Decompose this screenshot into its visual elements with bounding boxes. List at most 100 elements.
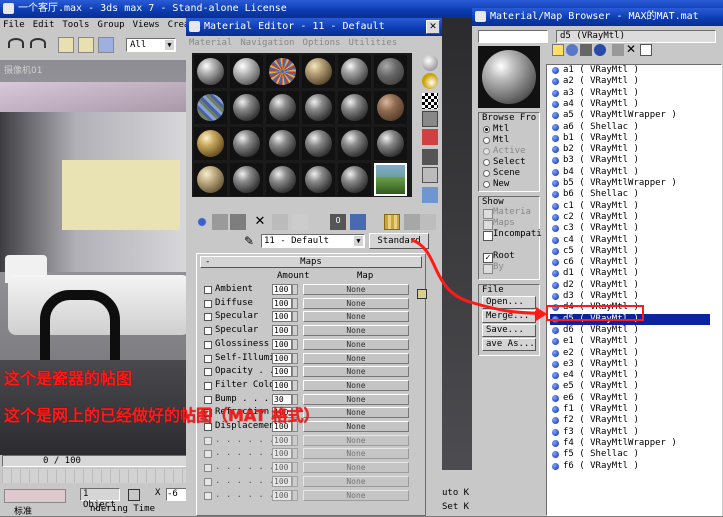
sample-slot-10[interactable]	[302, 91, 335, 124]
library-item[interactable]: e3 ( VRayMtl )	[550, 359, 710, 370]
library-item[interactable]: b2 ( VRayMtl )	[550, 144, 710, 155]
browse-from-selected-radio[interactable]	[483, 159, 490, 166]
library-item[interactable]: c2 ( VRayMtl )	[550, 212, 710, 223]
sample-slot-22[interactable]	[302, 163, 335, 196]
library-item[interactable]: a1 ( VRayMtl )	[550, 65, 710, 76]
options-icon[interactable]	[422, 167, 438, 183]
map-amount-field[interactable]: 100	[272, 475, 292, 487]
map-amount-spinner[interactable]	[292, 489, 298, 501]
sample-slot-20[interactable]	[230, 163, 263, 196]
library-item[interactable]: c5 ( VRayMtl )	[550, 246, 710, 257]
map-enable-checkbox[interactable]	[204, 464, 212, 473]
browse-from-mtl-editor-radio[interactable]	[483, 137, 490, 144]
library-item[interactable]: a3 ( VRayMtl )	[550, 88, 710, 99]
view-list-icon[interactable]	[552, 44, 564, 56]
map-enable-checkbox[interactable]	[204, 340, 212, 349]
sample-slot-1[interactable]	[194, 55, 227, 88]
library-item[interactable]: d2 ( VRayMtl )	[550, 280, 710, 291]
link-icon[interactable]	[58, 37, 74, 53]
sample-slot-7[interactable]	[194, 91, 227, 124]
map-slot-button[interactable]: None	[303, 325, 409, 337]
library-item[interactable]: e5 ( VRayMtl )	[550, 381, 710, 392]
map-amount-field[interactable]: 100	[272, 352, 292, 364]
put-to-scene-icon[interactable]	[212, 214, 228, 230]
map-enable-checkbox[interactable]	[204, 477, 212, 486]
map-amount-field[interactable]: 100	[272, 311, 292, 323]
sample-slot-14[interactable]	[230, 127, 263, 160]
material-id-icon[interactable]: 0	[330, 214, 346, 230]
menu-edit[interactable]: Edit	[33, 20, 55, 30]
map-amount-field[interactable]: 100	[272, 284, 292, 295]
make-unique-icon[interactable]	[272, 214, 288, 230]
go-forward-sibling-icon[interactable]	[420, 214, 436, 230]
library-item[interactable]: a5 ( VRayMtlWrapper )	[550, 110, 710, 121]
backlight-icon[interactable]	[422, 73, 438, 89]
menu-tools[interactable]: Tools	[62, 20, 89, 30]
view-small-icons-icon[interactable]	[580, 44, 592, 56]
library-item[interactable]: b5 ( VRayMtlWrapper )	[550, 178, 710, 189]
sample-slot-8[interactable]	[230, 91, 263, 124]
library-item[interactable]: b6 ( Shellac )	[550, 189, 710, 200]
map-amount-field[interactable]: 100	[272, 462, 292, 474]
browser-search-field[interactable]	[478, 30, 548, 43]
map-amount-spinner[interactable]	[292, 325, 298, 337]
map-amount-field[interactable]: 100	[272, 338, 292, 350]
view-large-icons-icon[interactable]	[594, 44, 606, 56]
redo-icon[interactable]	[30, 38, 46, 48]
library-item[interactable]: b4 ( VRayMtl )	[550, 167, 710, 178]
map-amount-spinner[interactable]	[292, 475, 298, 487]
lock-selection-icon[interactable]	[128, 489, 140, 501]
pick-material-icon[interactable]: ✎	[244, 234, 258, 248]
map-enable-checkbox[interactable]	[204, 491, 212, 500]
library-item[interactable]: d4 ( VRayMtl )	[550, 302, 710, 313]
map-amount-field[interactable]: 100	[272, 379, 292, 391]
library-item[interactable]: c4 ( VRayMtl )	[550, 235, 710, 246]
menu-material[interactable]: Material	[189, 38, 232, 48]
sample-slot-16[interactable]	[302, 127, 335, 160]
time-slider[interactable]: 0 / 100	[2, 455, 198, 467]
unlink-icon[interactable]	[78, 37, 94, 53]
sample-slot-15[interactable]	[266, 127, 299, 160]
track-bar[interactable]	[2, 469, 198, 483]
show-end-result-icon[interactable]	[384, 214, 400, 230]
library-item[interactable]: a2 ( VRayMtl )	[550, 76, 710, 87]
x-coordinate-field[interactable]: -6	[166, 488, 188, 501]
background-checker-icon[interactable]	[422, 93, 438, 109]
map-amount-field[interactable]: 100	[272, 489, 292, 501]
map-amount-spinner[interactable]	[292, 297, 298, 309]
map-enable-checkbox[interactable]	[204, 450, 212, 459]
show-materials-checkbox[interactable]	[483, 209, 493, 219]
library-item[interactable]: c3 ( VRayMtl )	[550, 223, 710, 234]
library-item[interactable]: f5 ( Shellac )	[550, 449, 710, 460]
make-preview-icon[interactable]	[422, 149, 438, 165]
library-item[interactable]: c6 ( VRayMtl )	[550, 257, 710, 268]
library-item[interactable]: a4 ( VRayMtl )	[550, 99, 710, 110]
sample-slot-2[interactable]	[230, 55, 263, 88]
menu-navigation[interactable]: Navigation	[240, 38, 294, 48]
select-by-material-icon[interactable]	[422, 187, 438, 203]
library-item[interactable]: d1 ( VRayMtl )	[550, 268, 710, 279]
map-slot-button[interactable]: None	[303, 284, 409, 295]
library-item[interactable]: e4 ( VRayMtl )	[550, 370, 710, 381]
map-enable-checkbox[interactable]	[204, 327, 212, 336]
sample-slot-23[interactable]	[338, 163, 371, 196]
sample-slot-13[interactable]	[194, 127, 227, 160]
material-name-field[interactable]: 11 - Default ▼	[261, 234, 365, 248]
open-button[interactable]: Open...	[482, 296, 536, 309]
sample-uv-tiling-icon[interactable]	[422, 111, 438, 127]
material-library-list[interactable]: a1 ( VRayMtl ) a2 ( VRayMtl ) a3 ( VRayMtl…	[546, 64, 722, 516]
get-material-icon[interactable]	[194, 214, 210, 230]
map-amount-spinner[interactable]	[292, 284, 298, 295]
rollout-lock-icon[interactable]	[417, 289, 427, 299]
sample-type-icon[interactable]	[422, 55, 438, 71]
sample-slot-17[interactable]	[338, 127, 371, 160]
sample-slot-19[interactable]	[194, 163, 227, 196]
sample-slot-6[interactable]	[374, 55, 407, 88]
map-enable-checkbox[interactable]	[204, 299, 212, 308]
root-only-checkbox[interactable]: ✓	[483, 253, 493, 263]
map-amount-spinner[interactable]	[292, 311, 298, 323]
selection-filter-dropdown[interactable]: All ▼	[126, 38, 176, 52]
update-scene-icon[interactable]	[612, 44, 624, 56]
show-map-icon[interactable]	[350, 214, 366, 230]
show-incompatible-checkbox[interactable]	[483, 231, 493, 241]
